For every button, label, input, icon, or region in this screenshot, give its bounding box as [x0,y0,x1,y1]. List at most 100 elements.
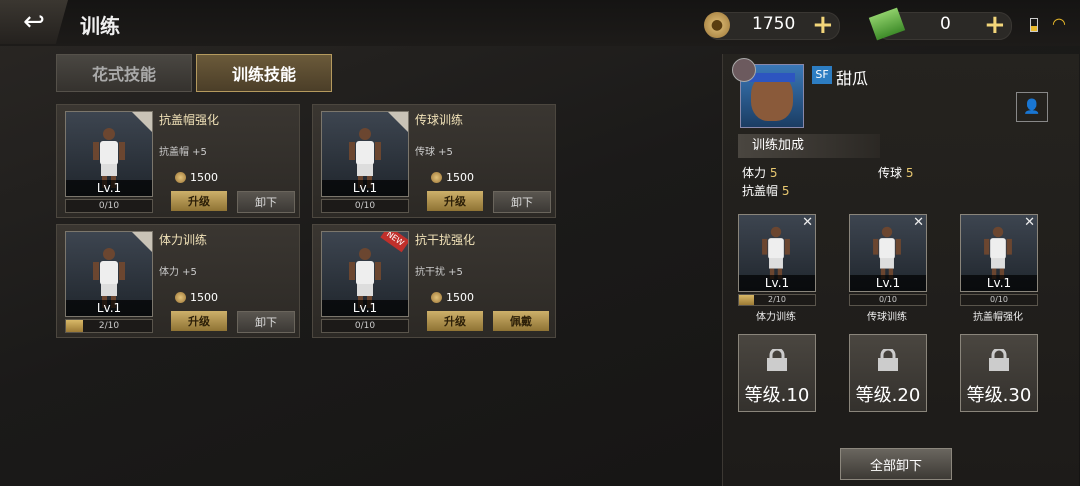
equipped-skill-slot[interactable]: Lv.1 ✕ [849,214,927,292]
bonus-title: 训练加成 [738,134,880,158]
coin-icon [175,292,186,303]
tab-training-skills[interactable]: 训练技能 [196,54,332,92]
lock-icon [878,349,898,371]
cash-value: 0 [940,14,951,34]
cost-value: 1500 [446,291,474,304]
back-arrow-icon: ↩ [23,7,45,37]
skill-level: Lv.1 [322,180,408,196]
slot-level: Lv.1 [850,275,926,291]
skill-card[interactable]: Lv.1 0/10 传球训练 传球 +5 1500 升级 卸下 [312,104,556,218]
skill-progress: 0/10 [65,199,153,213]
locked-slot: 等级.30 [960,334,1038,412]
wifi-icon: ◠ [1052,14,1066,33]
progress-text: 0/10 [354,201,376,211]
cost-value: 1500 [190,171,218,184]
coin-icon: ● [704,12,730,38]
skill-portrait: Lv.1 [321,111,409,197]
player-name: 甜瓜 [836,69,869,88]
upgrade-cost: 1500 [175,291,218,304]
player-figure-icon [757,225,795,279]
profile-button[interactable]: 👤 [1016,92,1048,122]
user-icon: 👤 [1023,99,1041,115]
upgrade-cost: 1500 [431,171,474,184]
page-title: 训练 [80,14,120,38]
slot-name: 体力训练 [756,312,796,323]
upgrade-cost: 1500 [431,291,474,304]
unlock-level: 等级.30 [966,385,1032,406]
player-figure-icon [979,225,1017,279]
stat-value: 5 [905,166,914,180]
skill-progress: 0/10 [321,199,409,213]
skill-attribute: 抗盖帽 +5 [159,147,207,158]
upgrade-button[interactable]: 升级 [427,191,483,211]
rank-badge-icon [732,58,756,82]
stat-value: 5 [769,166,778,180]
tab-fancy-skills[interactable]: 花式技能 [56,54,192,92]
slot-level: Lv.1 [961,275,1037,291]
player-figure-icon [344,126,386,188]
add-coins-button[interactable]: + [812,12,834,38]
unequip-button[interactable]: 卸下 [237,191,295,213]
skill-portrait: Lv.1 [65,231,153,317]
unlock-level: 等级.20 [855,385,921,406]
skill-name: 体力训练 [159,233,208,247]
equipped-check-icon [131,232,152,253]
skill-level: Lv.1 [66,180,152,196]
skill-card[interactable]: Lv.1 NEW 0/10 抗干扰强化 抗干扰 +5 1500 升级 佩戴 [312,224,556,338]
equipped-skill-slot[interactable]: Lv.1 ✕ [738,214,816,292]
slot-progress: 2/10 [738,294,816,306]
equipped-check-icon [131,112,152,133]
slot-name: 传球训练 [867,312,907,323]
progress-text: 0/10 [354,321,376,331]
skill-card[interactable]: Lv.1 0/10 抗盖帽强化 抗盖帽 +5 1500 升级 卸下 [56,104,300,218]
skill-level: Lv.1 [66,300,152,316]
upgrade-cost: 1500 [175,171,218,184]
battery-icon [1030,18,1038,32]
skill-level: Lv.1 [322,300,408,316]
player-figure-icon [88,126,130,188]
lock-icon [989,349,1009,371]
upgrade-button[interactable]: 升级 [171,311,227,331]
progress-text: 2/10 [768,295,786,304]
skill-attribute: 抗干扰 +5 [415,267,463,278]
progress-text: 0/10 [879,295,897,304]
skill-name: 抗盖帽强化 [159,113,220,127]
slot-level: Lv.1 [739,275,815,291]
unequip-button[interactable]: 卸下 [237,311,295,333]
equipped-check-icon [387,112,408,133]
equip-button[interactable]: 佩戴 [493,311,549,331]
unequip-button[interactable]: 卸下 [493,191,551,213]
upgrade-button[interactable]: 升级 [171,191,227,211]
unlock-level: 等级.10 [744,385,810,406]
upgrade-button[interactable]: 升级 [427,311,483,331]
progress-text: 0/10 [98,201,120,211]
coin-value: 1750 [752,14,796,34]
stat-label: 传球 [878,166,903,180]
close-icon[interactable]: ✕ [913,215,924,230]
close-icon[interactable]: ✕ [1024,215,1035,230]
headband [749,73,795,82]
progress-fill [739,295,755,305]
skill-portrait: Lv.1 [65,111,153,197]
skill-progress: 2/10 [65,319,153,333]
stat-pass: 传球 5 [878,164,913,181]
stat-value: 5 [781,184,790,198]
skill-card[interactable]: Lv.1 2/10 体力训练 体力 +5 1500 升级 卸下 [56,224,300,338]
lock-icon [767,349,787,371]
skill-name: 传球训练 [415,113,464,127]
coin-icon [431,292,442,303]
skill-attribute: 体力 +5 [159,267,197,278]
stat-label: 体力 [742,166,767,180]
skill-portrait: Lv.1 NEW [321,231,409,317]
cost-value: 1500 [190,291,218,304]
slot-name: 抗盖帽强化 [973,312,1023,323]
player-figure-icon [868,225,906,279]
stat-label: 抗盖帽 [742,184,779,198]
player-figure-icon [88,246,130,308]
close-icon[interactable]: ✕ [802,215,813,230]
progress-text: 2/10 [98,321,120,331]
add-cash-button[interactable]: + [984,12,1006,38]
stat-block: 抗盖帽 5 [742,182,789,199]
equipped-skill-slot[interactable]: Lv.1 ✕ [960,214,1038,292]
remove-all-button[interactable]: 全部卸下 [840,448,952,480]
